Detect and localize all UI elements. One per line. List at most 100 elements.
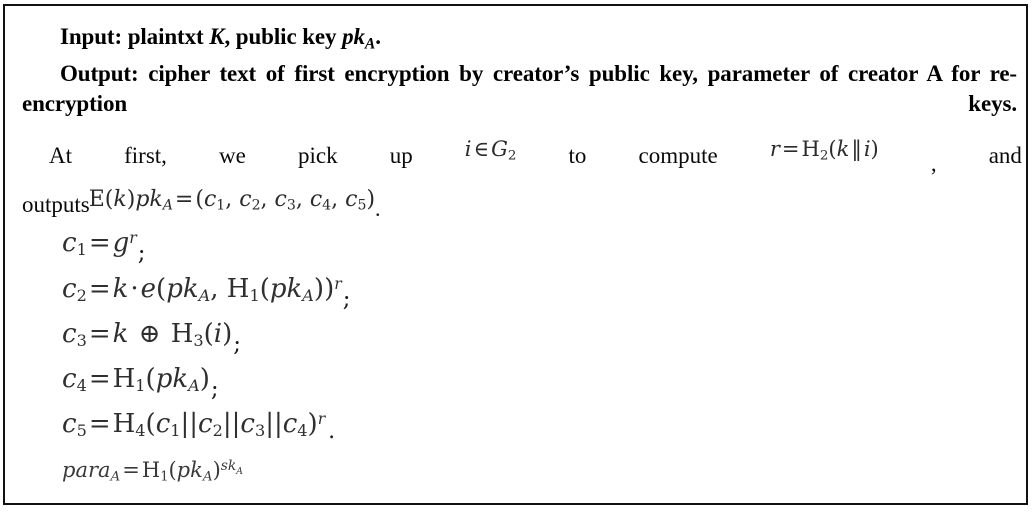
input-var-k: K: [209, 24, 225, 49]
eq4-terminator: ;: [210, 376, 219, 402]
word-up: up: [389, 143, 413, 168]
eq4-H-sub: 1: [135, 376, 146, 396]
eq3-i: i: [213, 319, 223, 349]
line1-comma: ,: [930, 151, 937, 176]
eq6-exp-sk-sub: A: [236, 465, 243, 477]
word-first: first,: [124, 143, 167, 168]
eq3-H: H: [170, 319, 194, 349]
eq1-g: g: [112, 228, 130, 258]
body-paragraph: At first, we pick up i∈G2 to compute r=H…: [22, 136, 1022, 232]
eq2-exp-r: r: [334, 274, 342, 293]
output-label: Output:: [60, 61, 139, 86]
eq3-oplus: ⊕: [138, 319, 161, 349]
equation-para-a: paraA=H1(pkA)skA: [62, 458, 243, 484]
eq2-pk: pk: [166, 274, 199, 304]
eq6-para: para: [62, 458, 111, 482]
eq2-comma: ,: [210, 274, 219, 304]
eq5-H: H: [112, 409, 136, 439]
eq6-pk-sub: A: [202, 469, 213, 485]
word-to: to: [568, 143, 587, 168]
eq2-H-sub: 1: [249, 286, 260, 306]
eq2-rparen-2: ): [313, 274, 325, 304]
word-we: we: [219, 143, 246, 168]
input-text-1: plaintxt: [122, 24, 210, 49]
eq2-terminator: ;: [342, 286, 351, 312]
sep-comma-2: ,: [260, 187, 268, 213]
eq3-rparen: ): [222, 319, 233, 349]
eq2-cdot: ·: [130, 274, 139, 304]
eq4-pk: pk: [155, 364, 189, 394]
eq4-rparen: ): [199, 364, 210, 394]
eq1-terminator: ;: [137, 240, 146, 266]
eq5-lhs: c: [62, 409, 77, 439]
eq2-rparen-1: ): [324, 274, 335, 304]
eq2-equals: =: [88, 274, 111, 304]
eq6-rparen: ): [212, 458, 221, 482]
sep-comma-4: ,: [331, 187, 339, 213]
word-pick: pick: [297, 143, 338, 168]
eq5-exp-r: r: [317, 409, 326, 428]
word-outputs: outputs: [22, 192, 90, 218]
eq1-sub: 1: [76, 240, 87, 260]
eq5-lparen: (: [145, 409, 156, 439]
input-text-2: , public key: [224, 24, 343, 49]
input-var-pk: pk: [342, 24, 365, 49]
input-period: .: [375, 24, 381, 49]
eq4-sub: 4: [76, 376, 87, 396]
eq2-lhs: c: [62, 274, 77, 304]
input-label: Input:: [60, 24, 123, 49]
eq4-H: H: [112, 364, 136, 394]
eq3-equals: =: [88, 319, 111, 349]
eq5-c1-sub: 1: [170, 421, 181, 441]
eq3-sub: 3: [76, 331, 87, 351]
eq4-pk-sub: A: [188, 376, 200, 396]
equation-c1: cc11=gr;: [62, 228, 145, 266]
eq5-bars-2: ||: [222, 409, 241, 439]
word-and: and: [988, 143, 1022, 168]
eq5-bars-1: ||: [180, 409, 199, 439]
eq6-exp-sk: sk: [220, 458, 237, 475]
line2-period: .: [375, 196, 381, 222]
eq4-equals: =: [88, 364, 111, 394]
equation-c5: c5=H4(c1||c2||c3||c4)r.: [62, 409, 335, 444]
input-line: Input: plaintxt K, public key pkA.: [60, 22, 381, 59]
math-encryption-tuple: E(k)pkA=(c1, c2, c3, c4, c5): [88, 187, 376, 215]
eq2-pk-2-sub: A: [302, 286, 314, 306]
eq3-k: k: [112, 319, 129, 349]
eq2-sub: 2: [76, 286, 87, 306]
body-line-2: outputs E(k)pkA=(c1, c2, c3, c4, c5) .: [22, 185, 1022, 232]
eq1-equals: =: [88, 228, 111, 258]
eq2-pk-2: pk: [269, 274, 303, 304]
eq2-lparen-2: (: [259, 274, 270, 304]
eq5-c2-sub: 2: [212, 421, 223, 441]
eq5-c4: c: [282, 409, 298, 439]
eq1-exp-r: r: [129, 228, 137, 247]
eq6-pk: pk: [176, 458, 203, 482]
eq3-lhs: c: [62, 319, 77, 349]
equation-c4: c4=H1(pkA);: [62, 364, 219, 402]
eq5-c2: c: [198, 409, 213, 439]
eq2-pk-sub: A: [198, 286, 211, 306]
eq4-lparen: (: [145, 364, 156, 394]
eq2-pairing-e: e: [140, 274, 157, 304]
eq1-lhs: c: [62, 228, 77, 258]
eq5-c4-sub: 4: [297, 421, 308, 441]
body-line-1: At first, we pick up i∈G2 to compute r=H…: [22, 136, 1022, 183]
sep-comma-3: ,: [295, 187, 303, 213]
math-r-equals-h2: r=H2(k‖i): [769, 137, 879, 164]
eq2-H: H: [226, 274, 250, 304]
word-at: At: [49, 143, 72, 168]
eq6-equals: =: [122, 458, 140, 482]
sep-comma-1: ,: [225, 187, 233, 213]
eq6-H: H: [141, 458, 161, 482]
eq2-lparen-1: (: [156, 274, 167, 304]
eq5-c3-sub: 3: [254, 421, 266, 441]
input-var-pk-subscript: A: [364, 35, 376, 53]
equation-c3: c3=k ⊕ H3(i);: [62, 319, 241, 357]
eq5-c1: c: [155, 409, 171, 439]
eq5-rparen: ): [307, 409, 318, 439]
eq3-terminator: ;: [233, 331, 242, 357]
eq6-para-sub: A: [110, 469, 121, 485]
eq5-equals: =: [88, 409, 111, 439]
eq6-lparen: (: [168, 458, 177, 482]
